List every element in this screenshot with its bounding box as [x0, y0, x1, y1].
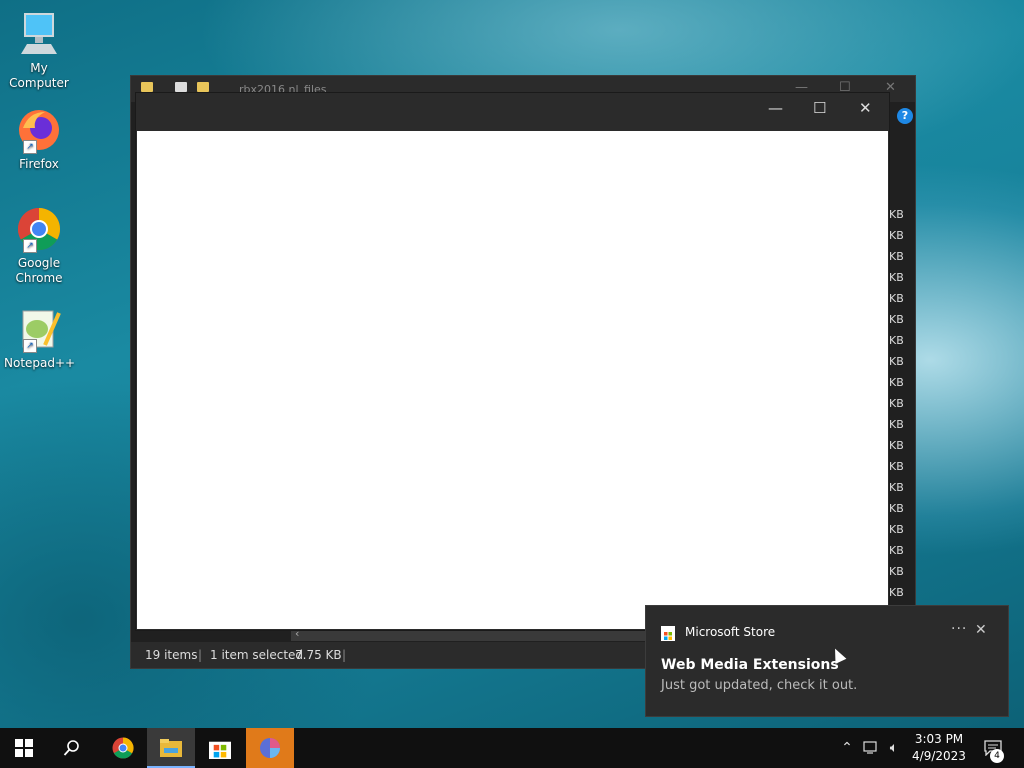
network-icon[interactable]: [860, 728, 882, 768]
folder-icon: [141, 82, 153, 92]
taskbar-active-app[interactable]: [246, 728, 294, 768]
folder-icon: [160, 739, 182, 757]
desktop-icon-firefox[interactable]: ↗ Firefox: [4, 106, 74, 172]
close-icon[interactable]: ✕: [859, 99, 872, 117]
computer-icon: [15, 10, 63, 58]
shortcut-arrow-icon: ↗: [23, 140, 37, 154]
desktop-icon-label: My Computer: [9, 61, 69, 90]
desktop-icon-label: Google Chrome: [15, 256, 63, 285]
search-icon: [63, 740, 79, 756]
size-column-fragments: KB KB KB KB KB KB KB KB KB KB KB KB KB KB KB KB KB KB KB: [889, 208, 904, 599]
windows-logo-icon: [15, 739, 33, 757]
taskbar-file-explorer[interactable]: [147, 728, 195, 768]
taskbar: ⌃ 🔈︎ 3:03 PM 4/9/2023: [0, 728, 1024, 768]
toast-title: Web Media Extensions: [661, 657, 839, 673]
minimize-icon[interactable]: —: [768, 99, 783, 117]
toast-app-name: Microsoft Store: [685, 625, 776, 639]
window-content-area[interactable]: [137, 131, 888, 629]
microsoft-store-icon: [209, 741, 231, 759]
desktop-icon-label: Notepad++: [4, 356, 76, 370]
shortcut-arrow-icon: ↗: [23, 339, 37, 353]
taskbar-microsoft-store[interactable]: [196, 728, 244, 768]
status-selected: 1 item selected: [210, 648, 304, 662]
volume-icon[interactable]: 🔈︎: [884, 728, 904, 768]
notification-toast[interactable]: Microsoft Store ··· ✕ Web Media Extensio…: [645, 605, 1009, 717]
clock-time: 3:03 PM: [914, 732, 964, 746]
clock-date: 4/9/2023: [912, 749, 966, 763]
shortcut-arrow-icon: ↗: [23, 239, 37, 253]
properties-icon[interactable]: [175, 82, 187, 92]
toast-close-icon[interactable]: ✕: [975, 622, 987, 638]
new-folder-icon[interactable]: [197, 82, 209, 92]
status-item-count: 19 items: [145, 648, 198, 662]
taskbar-chrome[interactable]: [99, 728, 147, 768]
desktop-icon-chrome[interactable]: ↗ Google Chrome: [4, 205, 74, 286]
start-button[interactable]: [0, 728, 48, 768]
show-hidden-icons-chevron-icon[interactable]: ⌃: [837, 728, 857, 768]
chrome-icon: [112, 737, 134, 759]
blank-app-window[interactable]: — ☐ ✕: [135, 92, 890, 631]
window-titlebar[interactable]: — ☐ ✕: [136, 93, 889, 130]
status-size: 7.75 KB: [295, 648, 342, 662]
chrome-icon: ↗: [15, 205, 63, 253]
search-button[interactable]: [48, 728, 96, 768]
firefox-icon: ↗: [15, 106, 63, 154]
toast-body: Just got updated, check it out.: [661, 678, 858, 693]
desktop-icon-label: Firefox: [19, 157, 59, 171]
clock[interactable]: 3:03 PM 4/9/2023: [904, 731, 974, 765]
help-icon[interactable]: ?: [897, 108, 913, 124]
desktop-icon-my-computer[interactable]: My Computer: [4, 10, 74, 91]
microsoft-store-icon: [661, 626, 675, 641]
notepadpp-icon: ↗: [15, 305, 63, 353]
desktop-icon-notepadpp[interactable]: ↗ Notepad++: [4, 305, 76, 371]
maximize-icon[interactable]: ☐: [813, 99, 826, 117]
app-sphere-icon: [260, 738, 280, 758]
notification-count-badge: 4: [990, 749, 1004, 763]
more-options-icon[interactable]: ···: [951, 621, 967, 637]
